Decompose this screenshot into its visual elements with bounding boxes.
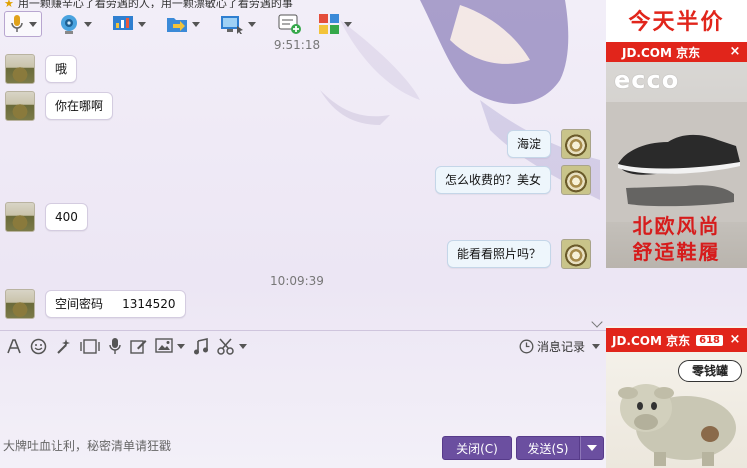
send-file-button[interactable]: [162, 11, 204, 37]
screenshot-button[interactable]: [80, 336, 100, 356]
shoe-image: [606, 102, 747, 222]
video-button[interactable]: [54, 11, 96, 37]
send-button[interactable]: 发送(S): [516, 436, 580, 460]
ad-slogan-line2: 舒适鞋履: [632, 240, 721, 264]
chevron-down-icon[interactable]: [591, 316, 603, 328]
message-list[interactable]: 9:51:18 哦 你在哪啊 海淀 怎么收费的？美女 400 能看看照片吗？ 1…: [0, 38, 606, 330]
close-button[interactable]: 关闭(C): [442, 436, 512, 460]
piggy-bank-image: [618, 384, 736, 466]
jd-logo: JD.COM 京东: [622, 45, 701, 60]
message-row-friend: 空间密码 1314520: [5, 289, 186, 319]
input-toolbar: 消息记录: [0, 333, 606, 359]
friend-avatar[interactable]: [5, 289, 35, 319]
close-icon[interactable]: ×: [728, 333, 742, 347]
message-history-label: 消息记录: [536, 339, 585, 354]
ad-headline: 今天半价: [628, 10, 725, 35]
send-options-button[interactable]: [580, 436, 604, 460]
microphone-button[interactable]: [4, 11, 42, 37]
star-icon: ★: [4, 0, 14, 8]
ad-slogan-line1: 北欧风尚: [632, 214, 721, 238]
clock-icon: [519, 339, 534, 353]
emoji-icon: [30, 338, 47, 354]
magic-button[interactable]: [55, 336, 72, 356]
friend-avatar[interactable]: [5, 202, 35, 232]
my-avatar[interactable]: [561, 165, 591, 195]
message-row-me: 海淀: [506, 129, 591, 159]
share-screen-button[interactable]: [108, 11, 150, 37]
message-bubble: 海淀: [506, 130, 551, 158]
image-button[interactable]: [155, 336, 185, 356]
message-row-me: 怎么收费的？美女: [434, 165, 591, 195]
remote-assist-button[interactable]: [216, 11, 260, 37]
message-input[interactable]: [0, 360, 606, 428]
microphone-icon: [11, 15, 23, 32]
message-bubble: 你在哪啊: [45, 92, 114, 120]
chevron-down-icon: [592, 343, 600, 349]
apps-button[interactable]: [314, 11, 356, 37]
message-row-friend: 你在哪啊: [5, 91, 114, 121]
message-timestamp: 9:51:18: [273, 38, 321, 52]
message-row-me: 能看看照片吗？: [446, 239, 591, 269]
jd-logo: JD.COM 京东: [612, 333, 691, 348]
voice-icon: [109, 338, 121, 354]
remote-desktop-icon: [221, 16, 243, 34]
apps-grid-icon: [319, 14, 339, 34]
new-chat-button[interactable]: [274, 11, 306, 37]
chevron-down-icon: [587, 445, 597, 451]
jd-banner: JD.COM 京东 ×: [606, 42, 747, 62]
screenshot-scissors-button[interactable]: [217, 336, 247, 356]
message-row-friend: 400: [5, 202, 88, 232]
presentation-icon: [113, 16, 133, 30]
chevron-down-icon: [344, 21, 352, 27]
message-timestamp: 10:09:39: [270, 274, 324, 288]
edit-icon: [130, 339, 147, 354]
message-history-button[interactable]: 消息记录: [519, 333, 600, 359]
voice-message-button[interactable]: [108, 336, 122, 356]
chat-signature: ★ 用一颗赚辛心了看劳遇的人，用一颗漂敏心了看劳遇的事: [0, 0, 606, 8]
chevron-down-icon: [239, 343, 247, 349]
promo-link[interactable]: 大牌吐血让利，秘密清单请狂戳: [3, 437, 171, 454]
ecco-logo: ecco: [614, 66, 680, 94]
promo-tag: 618: [696, 334, 723, 346]
message-bubble: 400: [45, 203, 88, 231]
message-bubble: 能看看照片吗？: [446, 240, 551, 268]
chevron-down-icon: [84, 21, 92, 27]
my-avatar[interactable]: [561, 239, 591, 269]
scissors-icon: [217, 337, 234, 355]
emoji-button[interactable]: [30, 336, 47, 356]
webcam-icon: [61, 15, 77, 34]
chat-add-icon: [278, 14, 301, 34]
friend-avatar[interactable]: [5, 91, 35, 121]
font-button[interactable]: [6, 336, 22, 356]
chat-toolbar: [0, 8, 606, 40]
chevron-down-icon: [138, 21, 146, 27]
divider: [0, 330, 606, 331]
close-icon[interactable]: ×: [728, 45, 742, 59]
chevron-down-icon: [29, 21, 37, 27]
jd-banner: JD.COM 京东 618 ×: [606, 328, 747, 352]
message-bubble: 哦: [45, 55, 78, 83]
image-icon: [155, 338, 173, 353]
chevron-down-icon: [192, 21, 200, 27]
chevron-down-icon: [248, 21, 256, 27]
ad-image: ecco 北欧风尚 舒适鞋履: [606, 62, 747, 268]
chevron-down-icon: [177, 343, 185, 349]
music-icon: [194, 337, 208, 354]
screenshot-frame-icon: [80, 338, 100, 354]
folder-transfer-icon: [167, 18, 187, 32]
font-icon: [7, 339, 21, 354]
advertisement-piggy-bank[interactable]: JD.COM 京东 618 × 零钱罐: [606, 326, 747, 468]
friend-avatar[interactable]: [5, 54, 35, 84]
edit-button[interactable]: [130, 336, 147, 356]
my-avatar[interactable]: [561, 129, 591, 159]
message-bubble: 空间密码 1314520: [45, 290, 186, 318]
advertisement-shoes[interactable]: 今天半价 JD.COM 京东 × ecco 北欧风尚 舒适鞋履: [606, 0, 747, 268]
magic-wand-icon: [57, 338, 70, 354]
message-bubble: 怎么收费的？美女: [434, 166, 551, 194]
music-button[interactable]: [193, 336, 209, 356]
message-row-friend: 哦: [5, 54, 78, 84]
